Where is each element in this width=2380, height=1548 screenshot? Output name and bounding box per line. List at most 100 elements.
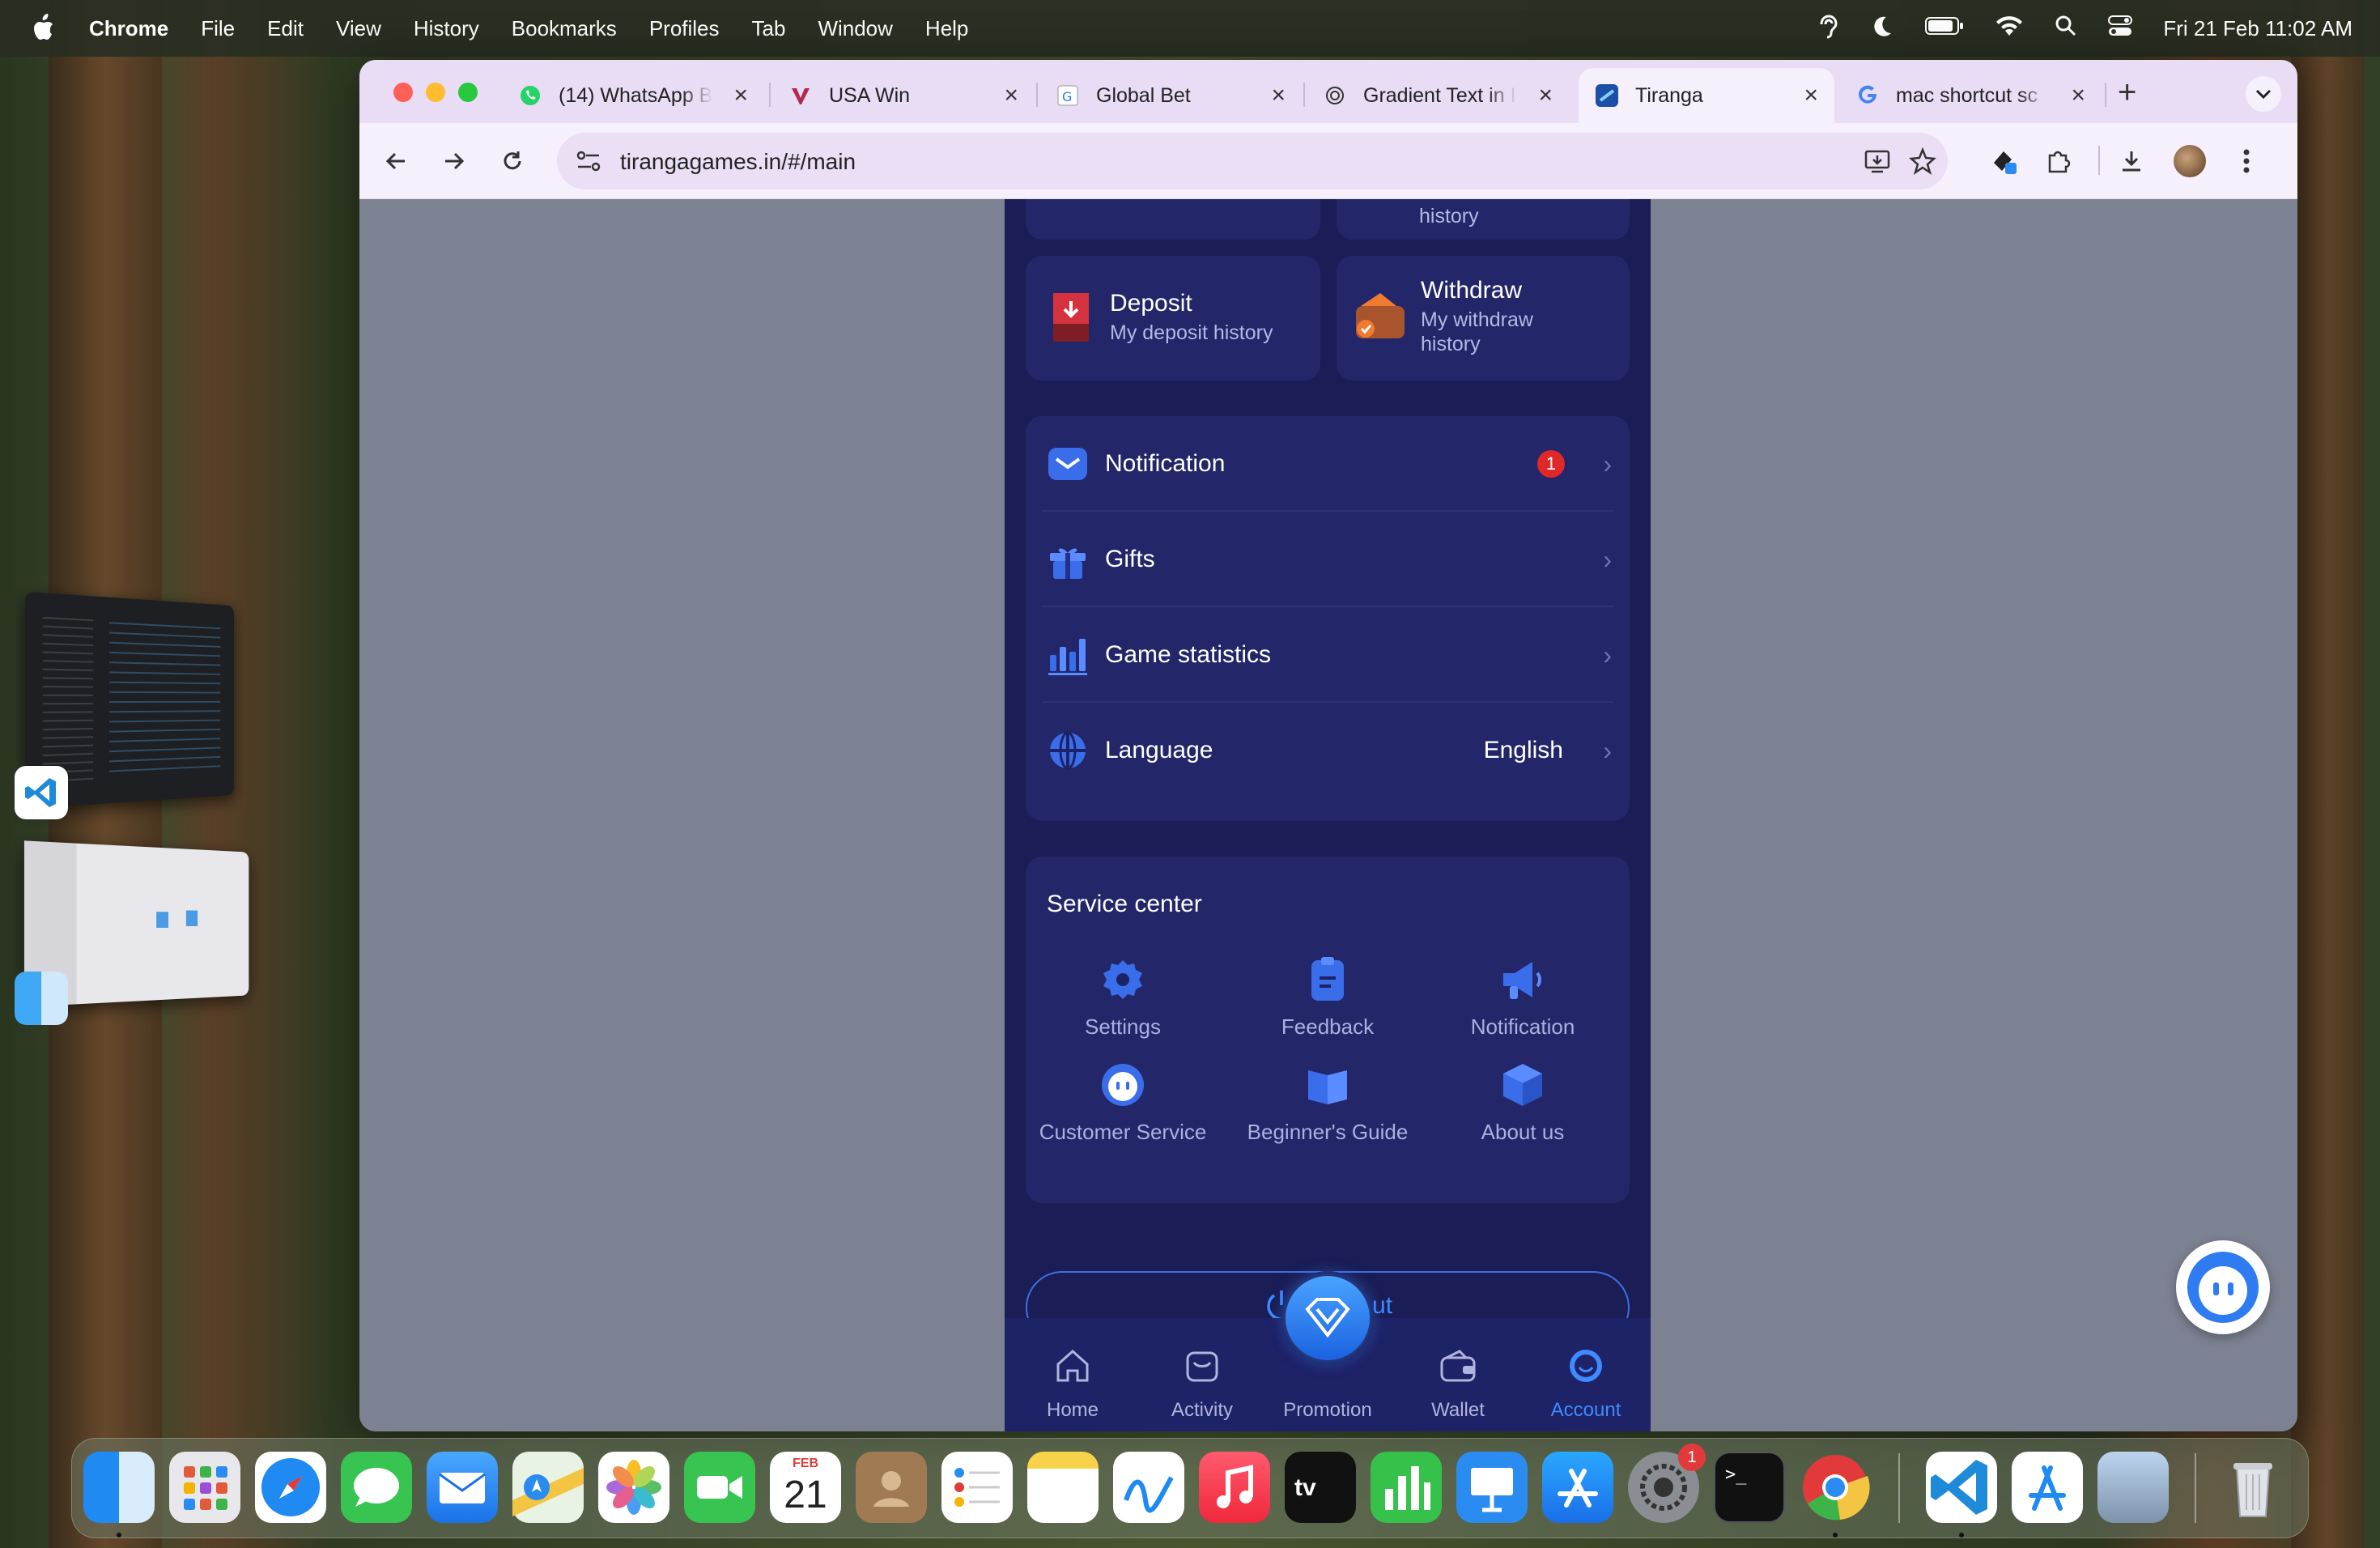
close-icon[interactable]: × [1804, 82, 1818, 109]
maps-icon[interactable] [512, 1452, 584, 1523]
nav-home[interactable]: Home [1024, 1346, 1121, 1422]
launchpad-icon[interactable] [169, 1452, 240, 1523]
gifts-row[interactable]: Gifts › [1026, 512, 1630, 607]
downloads-icon[interactable] [2113, 142, 2150, 180]
menu-tab[interactable]: Tab [752, 16, 786, 41]
service-feedback[interactable]: Feedback [1230, 955, 1425, 1040]
tab-search-chevron-icon[interactable] [2246, 76, 2281, 112]
menu-window[interactable]: Window [818, 16, 892, 41]
app-store-icon[interactable] [1542, 1452, 1613, 1523]
menu-bookmarks[interactable]: Bookmarks [512, 16, 617, 41]
service-about-us[interactable]: About us [1426, 1061, 1620, 1145]
tab-mac-shortcut[interactable]: mac shortcut sc × [1839, 68, 2102, 123]
install-app-icon[interactable] [1864, 147, 1891, 179]
nav-home-label: Home [1024, 1399, 1121, 1422]
apple-icon[interactable] [31, 13, 58, 44]
menu-help[interactable]: Help [925, 16, 968, 41]
menu-app-name[interactable]: Chrome [89, 16, 168, 41]
menu-view[interactable]: View [336, 16, 381, 41]
game-statistics-row[interactable]: Game statistics › [1026, 607, 1630, 703]
preview-icon[interactable] [2097, 1452, 2169, 1523]
close-icon[interactable]: × [2071, 82, 2085, 109]
zoom-window-button[interactable] [458, 83, 478, 102]
chevron-right-icon: › [1603, 640, 1612, 670]
tab-global-bet[interactable]: G Global Bet × [1039, 68, 1302, 123]
tab-tiranga[interactable]: Tiranga × [1579, 68, 1834, 123]
facetime-icon[interactable] [684, 1452, 755, 1523]
language-row[interactable]: Language English › [1026, 703, 1630, 798]
minimize-window-button[interactable] [426, 83, 445, 102]
tab-gradient-text[interactable]: Gradient Text in I × [1307, 68, 1569, 123]
calendar-icon[interactable]: FEB 21 [770, 1452, 841, 1523]
service-settings[interactable]: Settings [1026, 955, 1220, 1040]
wifi-icon[interactable] [1995, 15, 2024, 43]
battery-icon[interactable] [1925, 16, 1964, 41]
trash-icon[interactable] [2217, 1452, 2289, 1523]
transaction-history-card-cut[interactable]: history [1337, 199, 1630, 240]
chrome-icon[interactable] [1800, 1452, 1871, 1523]
system-settings-icon[interactable]: 1 [1628, 1452, 1699, 1523]
extensions-icon[interactable] [2040, 142, 2077, 180]
address-bar[interactable]: tirangagames.in/#/main [557, 133, 1948, 189]
chevron-right-icon: › [1603, 736, 1612, 766]
tab-usa-win[interactable]: USA Win × [772, 68, 1035, 123]
close-icon[interactable]: × [1271, 82, 1286, 109]
photos-icon[interactable] [598, 1452, 669, 1523]
close-icon[interactable]: × [1004, 82, 1018, 109]
reload-icon[interactable] [494, 142, 531, 180]
activity-gift-icon [1183, 1346, 1222, 1385]
vscode-icon[interactable] [1926, 1452, 1997, 1523]
bookmark-star-icon[interactable] [1909, 147, 1936, 179]
nav-activity[interactable]: Activity [1154, 1346, 1251, 1422]
menu-file[interactable]: File [201, 16, 235, 41]
xcode-instruments-icon[interactable] [2012, 1452, 2083, 1523]
notification-row[interactable]: Notification 1 › [1026, 416, 1630, 512]
menubar-clock[interactable]: Fri 21 Feb 11:02 AM [2163, 16, 2352, 41]
deposit-card[interactable]: Deposit My deposit history [1026, 256, 1320, 381]
service-beginners-guide[interactable]: Beginner's Guide [1230, 1061, 1425, 1145]
service-notification[interactable]: Notification [1426, 955, 1620, 1040]
control-center-icon[interactable] [2108, 15, 2132, 43]
forward-arrow-icon[interactable] [436, 142, 473, 180]
url-text[interactable]: tirangagames.in/#/main [620, 149, 856, 175]
site-settings-icon[interactable] [575, 149, 602, 177]
floating-support-bot-icon[interactable] [2176, 1240, 2270, 1334]
apple-tv-icon[interactable]: tv [1285, 1452, 1356, 1523]
spotlight-search-icon[interactable] [2055, 15, 2077, 43]
terminal-icon[interactable]: >_ [1714, 1452, 1785, 1523]
close-window-button[interactable] [393, 83, 413, 102]
notes-icon[interactable] [1027, 1452, 1099, 1523]
settings-list-card: Notification 1 › Gifts › Game statistics… [1026, 416, 1630, 821]
freeform-icon[interactable] [1113, 1452, 1184, 1523]
nav-account[interactable]: Account [1537, 1346, 1634, 1422]
new-tab-plus-icon[interactable]: + [2118, 74, 2136, 111]
mail-app-icon[interactable] [427, 1452, 498, 1523]
bet-history-card-cut[interactable] [1026, 199, 1320, 240]
focus-moon-icon[interactable] [1870, 14, 1894, 44]
profile-avatar[interactable] [2171, 142, 2208, 180]
voice-control-icon[interactable] [1818, 13, 1839, 45]
music-icon[interactable] [1199, 1452, 1270, 1523]
nav-wallet[interactable]: Wallet [1409, 1346, 1507, 1422]
more-menu-icon[interactable] [2228, 142, 2265, 180]
service-customer-service[interactable]: Customer Service [1026, 1061, 1220, 1145]
close-icon[interactable]: × [1538, 82, 1553, 109]
menu-edit[interactable]: Edit [267, 16, 304, 41]
contacts-icon[interactable] [856, 1452, 927, 1523]
service-center-card: Service center Settings Feedback Notific… [1026, 857, 1630, 1203]
safari-icon[interactable] [255, 1452, 326, 1523]
keynote-icon[interactable] [1456, 1452, 1528, 1523]
back-arrow-icon[interactable] [377, 142, 414, 180]
reminders-icon[interactable] [941, 1452, 1013, 1523]
tab-whatsapp[interactable]: (14) WhatsApp B × [502, 68, 764, 123]
menu-history[interactable]: History [414, 16, 479, 41]
nav-promotion[interactable]: Promotion [1279, 1352, 1376, 1422]
close-icon[interactable]: × [733, 82, 748, 109]
globe-icon [1047, 729, 1089, 772]
messages-icon[interactable] [341, 1452, 412, 1523]
menu-profiles[interactable]: Profiles [649, 16, 720, 41]
extension-puzzle-colored-icon[interactable] [1987, 142, 2024, 180]
withdraw-card[interactable]: Withdraw My withdraw history [1337, 256, 1630, 381]
finder-icon[interactable] [83, 1452, 155, 1523]
numbers-icon[interactable] [1371, 1452, 1442, 1523]
